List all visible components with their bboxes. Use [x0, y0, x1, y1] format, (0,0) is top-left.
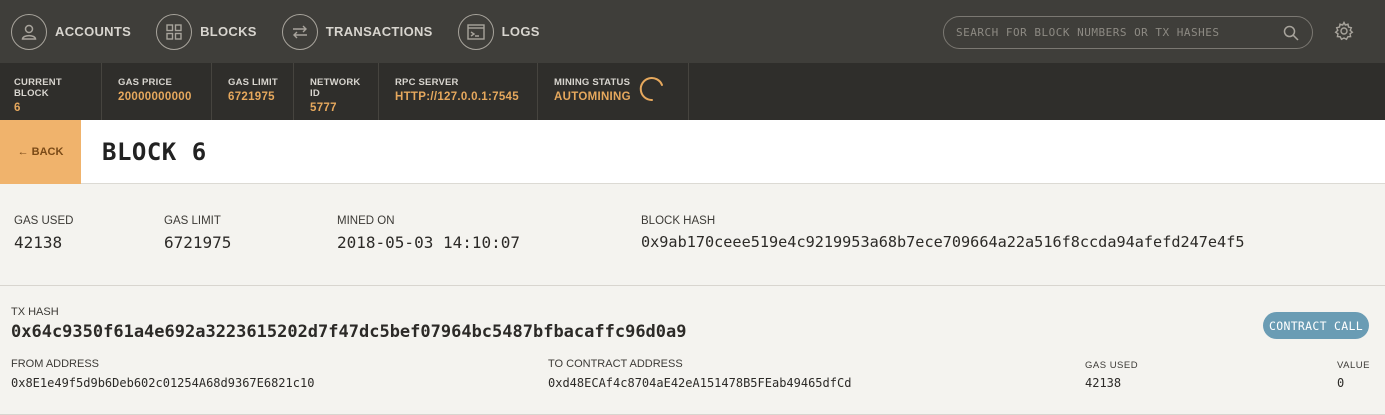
block-mined-on-value: 2018-05-03 14:10:07: [337, 233, 521, 252]
block-header: ← BACK BLOCK 6: [0, 119, 1385, 184]
rpc-server-value: HTTP://127.0.0.1:7545: [395, 91, 519, 103]
to-contract-address-label: TO CONTRACT ADDRESS: [548, 358, 683, 370]
terminal-icon: [457, 13, 494, 50]
transaction-row[interactable]: TX HASH 0x64c9350f61a4e692a3223615202d7f…: [0, 287, 1385, 415]
rpc-server-stat: RPC SERVER HTTP://127.0.0.1:7545: [379, 63, 538, 120]
nav-accounts-label: ACCOUNTS: [55, 24, 132, 39]
gas-price-label: GAS PRICE: [118, 77, 173, 88]
block-gas-used-value: 42138: [14, 233, 63, 252]
from-address-label: FROM ADDRESS: [11, 358, 100, 370]
gas-limit-stat: GAS LIMIT 6721975: [212, 63, 294, 120]
status-bar: CURRENT BLOCK 6 GAS PRICE 20000000000 GA…: [0, 63, 1385, 120]
nav-transactions[interactable]: TRANSACTIONS: [271, 0, 433, 63]
grid-icon: [156, 13, 193, 50]
nav-transactions-label: TRANSACTIONS: [325, 24, 433, 39]
search-box: [943, 16, 1313, 49]
search-input[interactable]: [956, 26, 1282, 39]
block-hash-label: BLOCK HASH: [641, 215, 716, 227]
block-mined-on: MINED ON 2018-05-03 14:10:07: [337, 215, 520, 252]
block-hash: BLOCK HASH 0x9ab170ceee519e4c9219953a68b…: [641, 215, 1244, 251]
rpc-server-label: RPC SERVER: [395, 77, 459, 88]
tx-value-value: 0: [1337, 376, 1345, 390]
nav-blocks[interactable]: BLOCKS: [145, 0, 257, 63]
gas-limit-value: 6721975: [228, 91, 275, 103]
nav-accounts[interactable]: ACCOUNTS: [0, 0, 131, 63]
network-id-stat: NETWORK ID 5777: [294, 63, 379, 120]
block-mined-on-label: MINED ON: [337, 215, 395, 227]
mining-spinner-icon: [639, 77, 663, 102]
block-hash-value: 0x9ab170ceee519e4c9219953a68b7ece709664a…: [641, 233, 1245, 251]
block-gas-limit: GAS LIMIT 6721975: [164, 215, 231, 252]
block-gas-limit-label: GAS LIMIT: [164, 215, 221, 227]
top-nav: ACCOUNTS BLOCKS TRANSACTIONS LOGS SEARCH…: [0, 0, 1385, 63]
gas-price-value: 20000000000: [118, 91, 192, 103]
contract-call-badge: CONTRACT CALL: [1263, 312, 1369, 339]
mining-status-stat: MINING STATUS AUTOMINING: [538, 63, 689, 120]
tx-value-label: VALUE: [1337, 360, 1370, 371]
back-button[interactable]: ← BACK: [0, 119, 81, 184]
tx-gas-used-value: 42138: [1085, 376, 1122, 390]
nav-logs[interactable]: LOGS: [447, 0, 540, 63]
current-block-stat: CURRENT BLOCK 6: [0, 63, 102, 120]
tx-hash-label: TX HASH: [11, 306, 59, 318]
from-address-value: 0x8E1e49f5d9b6Deb602c01254A68d9367E6821c…: [11, 376, 315, 390]
tx-hash-value: 0x64c9350f61a4e692a3223615202d7f47dc5bef…: [11, 322, 687, 342]
block-gas-limit-value: 6721975: [164, 233, 232, 252]
block-gas-used-label: GAS USED: [14, 215, 74, 227]
block-gas-used: GAS USED 42138: [14, 215, 73, 252]
current-block-label: CURRENT BLOCK: [14, 77, 62, 99]
network-id-value: 5777: [310, 102, 337, 114]
user-icon: [11, 13, 47, 50]
gas-price-stat: GAS PRICE 20000000000: [102, 63, 212, 120]
current-block-value: 6: [14, 102, 21, 114]
swap-icon: [281, 13, 318, 50]
page-title: BLOCK 6: [102, 137, 207, 166]
network-id-label: NETWORK ID: [310, 77, 361, 99]
nav-blocks-label: BLOCKS: [200, 24, 257, 39]
gear-icon[interactable]: [1333, 20, 1355, 42]
search-icon[interactable]: [1282, 24, 1300, 42]
block-details: GAS USED 42138 GAS LIMIT 6721975 MINED O…: [0, 185, 1385, 286]
nav-logs-label: LOGS: [501, 24, 540, 39]
to-contract-address-value: 0xd48ECAf4c8704aE42eA151478B5FEab49465df…: [548, 376, 852, 390]
tx-gas-used-label: GAS USED: [1085, 360, 1139, 371]
gas-limit-label: GAS LIMIT: [228, 77, 278, 88]
